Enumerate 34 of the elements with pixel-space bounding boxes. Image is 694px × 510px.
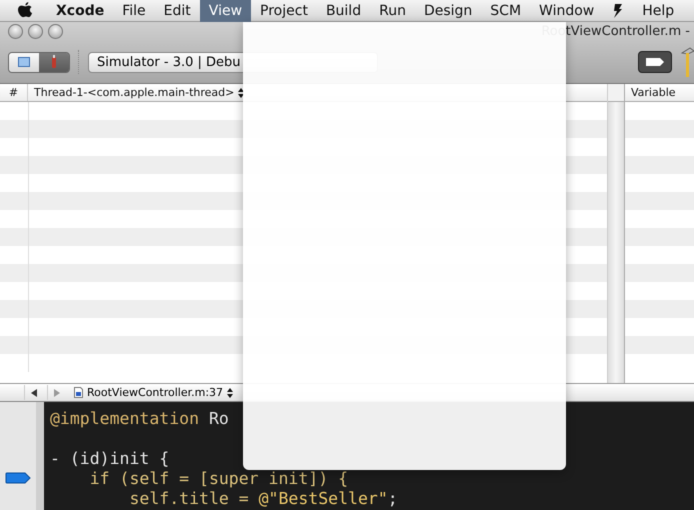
column-header[interactable]: #: [0, 84, 28, 101]
menu-item[interactable]: SCM: [481, 0, 530, 22]
right-arrow-icon: [54, 388, 60, 396]
file-icon: [74, 387, 83, 398]
menu-item[interactable]: Xcode: [47, 0, 114, 22]
menu-item[interactable]: Run: [370, 0, 415, 22]
hammer-icon[interactable]: [680, 47, 694, 77]
code-line: if (self = [super init]) {: [88, 468, 348, 488]
menu-item[interactable]: Edit: [154, 0, 200, 22]
code-line: @implementation Ro: [50, 408, 229, 428]
zoom-button[interactable]: [48, 24, 63, 39]
column-header[interactable]: Variable: [625, 84, 694, 102]
tag-button[interactable]: [638, 51, 672, 73]
code-line: self.title = @"BestSeller";: [128, 488, 398, 508]
tag-icon: [645, 57, 665, 67]
apple-icon[interactable]: [18, 2, 33, 19]
breakpoint-icon[interactable]: [5, 472, 31, 484]
thread-popup[interactable]: Thread-1-<com.apple.main-thread>: [28, 84, 595, 101]
minimize-button[interactable]: [28, 24, 43, 39]
menu-item[interactable]: View: [200, 0, 252, 22]
scroll-bar[interactable]: [608, 102, 624, 383]
menu-item[interactable]: File: [113, 0, 155, 22]
page-icon[interactable]: [9, 52, 39, 72]
menu-item[interactable]: Help: [633, 0, 684, 22]
up-down-arrows-icon: [238, 88, 244, 98]
menu-item[interactable]: Project: [251, 0, 317, 22]
up-down-arrows-icon: [227, 388, 234, 398]
left-arrow-icon: [31, 388, 37, 396]
menu-item[interactable]: Design: [414, 0, 482, 22]
close-button[interactable]: [8, 24, 23, 39]
code-line: - (id)init {: [50, 448, 170, 468]
menu-item[interactable]: Window: [530, 0, 604, 22]
menu-item[interactable]: Build: [316, 0, 370, 22]
file-popup[interactable]: RootViewController.m:37: [87, 386, 234, 399]
